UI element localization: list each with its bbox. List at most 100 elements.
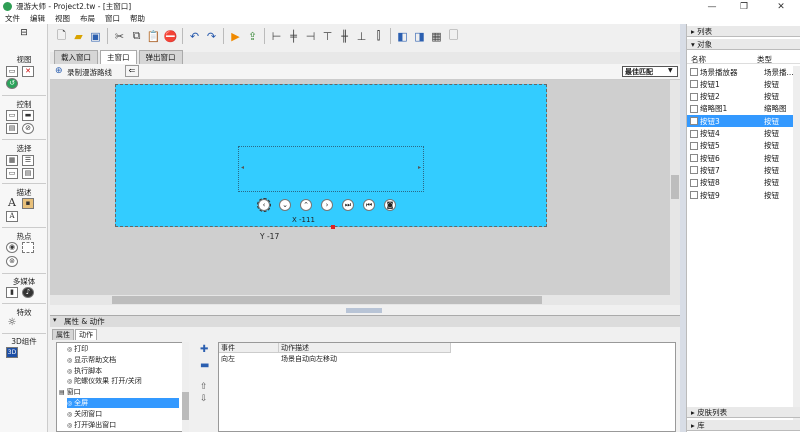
send-back-icon[interactable]: ◨ (412, 28, 427, 44)
save-icon[interactable]: ▣ (88, 28, 103, 44)
3d-component-icon[interactable]: 3D (6, 347, 18, 358)
remove-icon[interactable]: ▬ (200, 360, 209, 371)
collapse-icon[interactable]: ⊟ (0, 28, 48, 38)
music-icon[interactable]: ♪ (22, 287, 34, 298)
view-frame-icon[interactable]: ▭ (6, 66, 18, 77)
menu-edit[interactable]: 编辑 (25, 13, 50, 24)
objects-header[interactable]: ▾ 对象 (687, 39, 800, 50)
menu-help[interactable]: 帮助 (125, 13, 150, 24)
action-tree-item[interactable]: ◎ 执行脚本 (67, 366, 102, 376)
record-icon[interactable]: ⊕ (55, 66, 63, 76)
object-row[interactable]: 按钮7 按钮 (687, 164, 800, 176)
action-tree-item[interactable]: ◎ 显示帮助文档 (67, 355, 116, 365)
control-block-icon[interactable]: ⊘ (22, 123, 34, 134)
visibility-checkbox[interactable] (690, 191, 698, 199)
select-combo-icon[interactable]: ▭ (6, 168, 18, 179)
control-slider-icon[interactable]: ▬ (22, 110, 34, 121)
visibility-checkbox[interactable] (690, 154, 698, 163)
menu-window[interactable]: 窗口 (100, 13, 125, 24)
visibility-checkbox[interactable] (690, 117, 698, 126)
video-icon[interactable]: ▮ (6, 287, 18, 298)
library-header[interactable]: ▸ 库 (687, 420, 800, 431)
tab-main-window[interactable]: 主窗口 (100, 50, 137, 64)
redo-icon[interactable]: ↷ (204, 28, 219, 44)
canvas-vscrollbar[interactable] (670, 80, 680, 295)
skip-start-icon[interactable]: ⏮ (363, 199, 375, 211)
list-header[interactable]: ▸ 列表 (687, 26, 800, 37)
object-row[interactable]: 按钮8 按钮 (687, 177, 800, 189)
move-up-icon[interactable]: ⇧ (200, 382, 208, 392)
publish-icon[interactable]: ⇪ (245, 28, 260, 44)
action-desc-cell[interactable]: 场景自动向左移动 (279, 354, 451, 364)
action-tree-item[interactable]: ◎ 打印 (67, 344, 88, 354)
collapse-icon[interactable]: ▾ (53, 316, 57, 324)
camera-icon[interactable]: ◙ (384, 199, 396, 211)
align-bottom-icon[interactable]: ⊥ (354, 28, 369, 44)
grid-icon[interactable]: ▦ (429, 28, 444, 44)
event-cell[interactable]: 向左 (219, 354, 279, 364)
right-arrow-icon[interactable]: › (321, 199, 333, 211)
bring-front-icon[interactable]: ◧ (395, 28, 410, 44)
menu-view[interactable]: 视图 (50, 13, 75, 24)
properties-header[interactable]: 属性 & 动作 (50, 316, 680, 327)
down-arrow-icon[interactable]: ⌄ (279, 199, 291, 211)
move-down-icon[interactable]: ⇩ (200, 394, 208, 404)
object-row[interactable]: 按钮2 按钮 (687, 91, 800, 103)
image-icon[interactable]: ▪ (22, 198, 34, 209)
tab-popup-window[interactable]: 弹出窗口 (138, 50, 183, 64)
object-row[interactable]: 缩略图1 缩略图 (687, 103, 800, 115)
hotspot-polygon-icon[interactable]: ⊚ (6, 256, 18, 267)
tab-load-window[interactable]: 载入窗口 (54, 50, 98, 64)
action-tree-item[interactable]: ◎ 陀螺仪效果 打开/关闭 (67, 376, 142, 386)
action-tree-item[interactable]: ▤ 窗口 (59, 387, 81, 397)
paste-icon[interactable]: 📋 (146, 28, 161, 44)
control-button-icon[interactable]: ▭ (6, 110, 18, 121)
open-folder-icon[interactable]: ▰ (71, 28, 86, 44)
skin-list-header[interactable]: ▸ 皮肤列表 (687, 407, 800, 418)
minimize-button[interactable]: — (698, 0, 726, 13)
undo-icon[interactable]: ↶ (187, 28, 202, 44)
object-row[interactable]: 按钮5 按钮 (687, 140, 800, 152)
tree-scrollbar[interactable] (182, 342, 189, 432)
menu-file[interactable]: 文件 (0, 13, 25, 24)
maximize-button[interactable]: ❐ (730, 0, 758, 13)
copy-icon[interactable]: ⧉ (129, 28, 144, 44)
panel-splitter[interactable] (680, 24, 686, 432)
close-button[interactable]: ✕ (762, 0, 800, 13)
select-thumb-icon[interactable]: ▦ (6, 155, 18, 166)
delete-icon[interactable]: ⛔ (163, 28, 178, 44)
object-row[interactable]: 按钮1 按钮 (687, 78, 800, 90)
align-left-icon[interactable]: ⊢ (269, 28, 284, 44)
visibility-checkbox[interactable] (690, 129, 698, 138)
object-row[interactable]: 按钮4 按钮 (687, 128, 800, 140)
align-center-icon[interactable]: ╪ (286, 28, 301, 44)
menu-layout[interactable]: 布局 (75, 13, 100, 24)
action-tree-item[interactable]: ◎ 全屏 (67, 398, 179, 408)
record-path-button[interactable]: 录制漫游路线 (67, 67, 112, 78)
visibility-checkbox[interactable] (690, 68, 698, 76)
text-icon[interactable]: A (6, 197, 18, 209)
play-icon[interactable]: ▶ (228, 28, 243, 44)
object-row[interactable]: 按钮9 按钮 (687, 189, 800, 201)
thumbnail-placeholder[interactable]: ◂ ▸ (238, 146, 424, 192)
control-toggle-icon[interactable]: ▤ (6, 123, 18, 134)
hotspot-point-icon[interactable]: ◉ (6, 242, 18, 253)
visibility-checkbox[interactable] (690, 80, 698, 89)
view-close-icon[interactable]: ✕ (22, 66, 34, 77)
select-map-icon[interactable]: ▤ (22, 168, 34, 179)
select-list-icon[interactable]: ☰ (22, 155, 34, 166)
distribute-icon[interactable]: ⫿ (371, 28, 386, 44)
align-top-icon[interactable]: ⊤ (320, 28, 335, 44)
visibility-checkbox[interactable] (690, 104, 698, 113)
textbox-icon[interactable]: A (6, 211, 18, 222)
add-icon[interactable]: ✚ (200, 344, 208, 355)
canvas-hscrollbar[interactable] (50, 295, 680, 305)
object-row[interactable]: 按钮3 按钮 (687, 115, 800, 128)
tab-actions[interactable]: 动作 (75, 329, 97, 340)
left-arrow-icon[interactable]: ‹ (257, 198, 271, 212)
view-globe-icon[interactable]: ↺ (6, 78, 18, 89)
hotspot-area-icon[interactable] (22, 242, 34, 253)
stage-scene[interactable]: ◂ ▸ ‹ ⌄ ⌃ › ⏭ ⏮ ◙ X -111 (115, 84, 547, 229)
new-file-icon[interactable]: 🗋 (54, 28, 69, 44)
sun-effect-icon[interactable]: ☼ (6, 318, 18, 329)
